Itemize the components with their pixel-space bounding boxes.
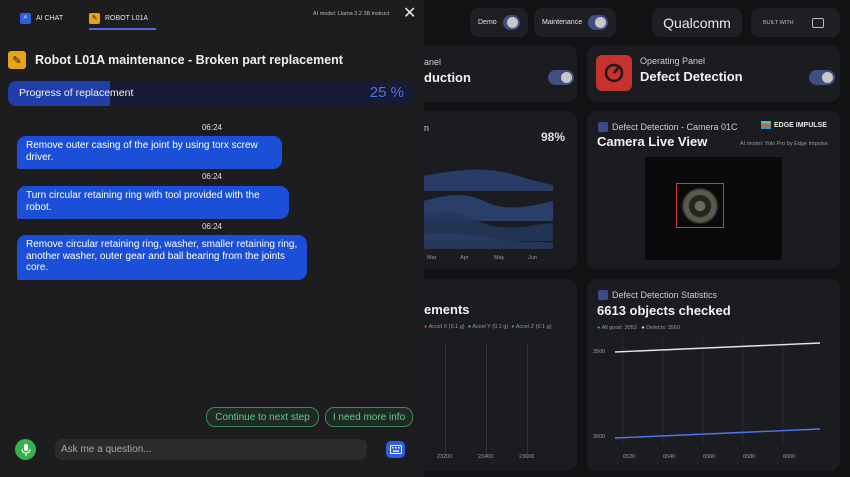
detection-box [676,183,724,228]
panel-card-title: anel [424,57,442,67]
accel-tick: 23200 [437,454,453,460]
maintenance-header: ✎ Robot L01A maintenance - Broken part r… [8,51,343,69]
camera-card-title: Defect Detection - Camera 01C [612,122,738,132]
measurements-card: ements ● Accel X (0.1 g) ● Accel Y (0.1 … [408,279,577,471]
operating-panel-toggle[interactable] [809,70,835,85]
camera-feed [645,157,782,260]
demo-toggle[interactable]: Demo [470,8,528,37]
stats-legend-item: All good: 3053 [601,325,637,331]
edge-impulse-icon [761,121,771,129]
joint-image [681,188,719,224]
wave-chart-card: n 98% Mar Apr May Jun [408,111,577,269]
chat-icon: ⌕ [20,12,31,24]
maintenance-switch[interactable] [588,15,608,30]
qt-logo-icon [811,17,824,28]
operating-panel-value: Defect Detection [640,69,743,84]
message-timestamp: 06:24 [201,172,223,181]
panel-card-toggle[interactable] [548,70,574,85]
wave-chart [408,169,553,249]
maintenance-label: Maintenance [542,19,583,26]
accel-legend-item: Accel X (0.1 g) [428,324,465,330]
wrench-icon: ✎ [8,51,26,69]
page-title: Robot L01A maintenance - Broken part rep… [35,53,343,67]
demo-switch[interactable] [502,15,520,30]
tab-ai-chat[interactable]: ⌕ AI CHAT [20,7,63,29]
camera-card-value: Camera Live View [597,134,708,149]
accel-tick: 23600 [519,454,535,460]
month-label: Jun [528,255,537,261]
tab-ai-chat-label: AI CHAT [36,14,64,22]
month-label: Mar [427,255,437,261]
accel-tick: 23400 [478,454,494,460]
month-label: May [494,255,505,261]
wrench-icon: ✎ [89,12,100,24]
message-bubble: Remove outer casing of the joint by usin… [17,136,282,169]
accel-legend-item: Accel Z (0.1 g) [515,324,552,330]
tab-robot[interactable]: ✎ ROBOT L01A [89,7,148,29]
month-label: Apr [460,255,469,261]
accel-legend-item: Accel Y (0.1 g) [472,324,509,330]
model-label: AI model: Llama 3.2 3B instruct [313,11,390,17]
measurements-title: ements [424,302,470,317]
statistics-icon [598,290,608,300]
stats-x-tick: 6540 [663,454,676,460]
keyboard-button[interactable] [386,441,405,458]
stats-x-tick: 6580 [743,454,756,460]
built-with: BUILT WITH [751,8,840,37]
wave-chart-title: n [424,123,430,133]
panel-card: anel duction [408,45,577,102]
camera-icon [598,122,608,132]
message-bubble: Remove circular retaining ring, washer, … [17,235,307,280]
camera-model-label: AI model: Yolo Pro by Edge Impulse [740,141,828,147]
stats-legend-item: Defects: 3560 [646,325,681,331]
panel-card-value: duction [424,70,471,85]
operating-panel-title: Operating Panel [640,56,706,66]
progress-label: Progress of replacement [19,87,134,99]
close-icon[interactable]: ✕ [403,5,416,23]
edge-impulse-logo: EDGE IMPULSE [761,121,827,129]
statistics-card: Defect Detection Statistics 6613 objects… [587,279,840,471]
microphone-icon [21,443,30,456]
stats-x-tick: 6520 [623,454,636,460]
statistics-value: 6613 objects checked [597,303,731,318]
question-input-placeholder: Ask me a question... [61,444,152,455]
operating-panel-card: Operating Panel Defect Detection [587,45,840,102]
stats-x-tick: 6560 [703,454,716,460]
active-tab-indicator [89,28,156,30]
wave-chart-percent: 98% [541,130,566,144]
camera-card: Defect Detection - Camera 01C EDGE IMPUL… [587,111,840,269]
statistics-chart [615,337,821,445]
gauge-icon [596,55,632,91]
microphone-button[interactable] [15,439,36,460]
edge-impulse-label: EDGE IMPULSE [774,121,827,129]
message-timestamp: 06:24 [201,123,223,132]
continue-next-step-button[interactable]: Continue to next step [206,407,319,427]
stats-y-tick: 3000 [593,434,606,440]
progress-percent: 25 % [369,84,404,101]
maintenance-toggle[interactable]: Maintenance [534,8,616,37]
question-input[interactable]: Ask me a question... [55,439,367,460]
demo-label: Demo [478,19,497,26]
need-more-info-button[interactable]: I need more info [325,407,413,427]
chat-panel: ⌕ AI CHAT ✎ ROBOT L01A AI model: Llama 3… [0,0,424,477]
app-root: Demo Maintenance Qualcomm BUILT WITH ane… [0,0,850,477]
message-bubble: Turn circular retaining ring with tool p… [17,186,289,219]
keyboard-icon [389,445,402,454]
stats-y-tick: 3500 [593,349,606,355]
built-with-label: BUILT WITH [763,19,794,26]
brand-logo: Qualcomm [652,8,742,37]
stats-x-tick: 6600 [783,454,796,460]
message-timestamp: 06:24 [201,222,223,231]
statistics-legend: ● All good: 3053 ● Defects: 3560 [597,325,681,331]
accel-legend: ● Accel X (0.1 g) ● Accel Y (0.1 g) ● Ac… [424,324,552,330]
statistics-title: Defect Detection Statistics [612,290,718,300]
progress-bar: Progress of replacement 25 % [8,81,414,106]
tab-robot-label: ROBOT L01A [105,14,149,22]
